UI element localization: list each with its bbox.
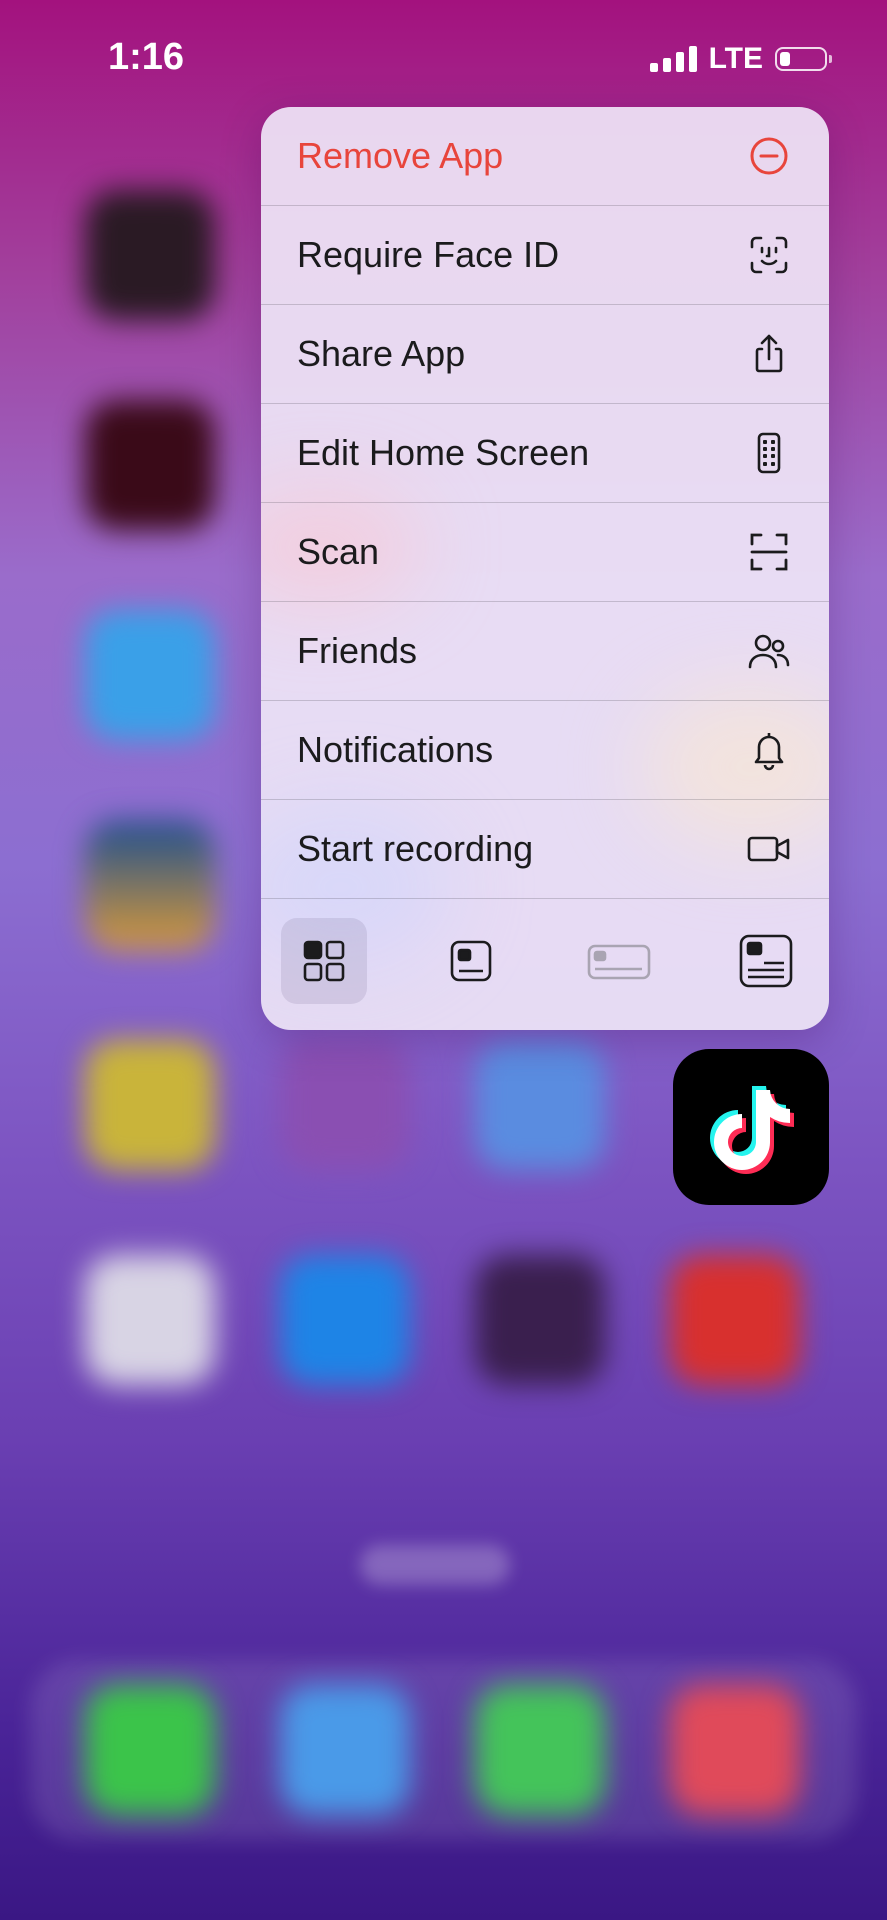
page-indicator — [360, 1545, 510, 1585]
blurred-dock-icon — [280, 1685, 410, 1815]
blurred-app-icon — [85, 400, 215, 530]
app-grid-icon — [303, 940, 345, 982]
edit-home-screen-menu-item[interactable]: Edit Home Screen — [261, 404, 829, 503]
network-label: LTE — [708, 42, 763, 75]
blurred-app-icon — [85, 610, 215, 740]
scan-menu-item[interactable]: Scan — [261, 503, 829, 602]
blurred-app-icon — [280, 1255, 410, 1385]
friends-icon — [747, 629, 791, 673]
size-large-button[interactable] — [723, 918, 809, 1004]
battery-icon — [775, 47, 832, 71]
small-widget-icon — [451, 940, 492, 982]
notifications-menu-item[interactable]: Notifications — [261, 701, 829, 800]
size-small-grid-button[interactable] — [281, 918, 367, 1004]
blurred-dock-icon — [670, 1685, 800, 1815]
blurred-app-icon — [85, 1040, 215, 1170]
menu-item-label: Scan — [297, 531, 380, 572]
status-bar: 1:16 LTE — [0, 0, 887, 110]
blurred-dock-icon — [475, 1685, 605, 1815]
menu-item-label: Start recording — [297, 828, 534, 869]
minus-circle-icon — [747, 134, 791, 178]
signal-icon — [649, 46, 697, 72]
video-camera-icon — [747, 827, 791, 871]
blurred-app-icon — [475, 1040, 605, 1170]
require-face-id-menu-item[interactable]: Require Face ID — [261, 206, 829, 305]
scan-frame-icon — [747, 530, 791, 574]
tiktok-app-icon[interactable] — [673, 1049, 829, 1205]
face-id-icon — [747, 233, 791, 277]
menu-item-label: Notifications — [297, 729, 494, 770]
remove-app-menu-item[interactable]: Remove App — [261, 107, 829, 206]
tiktok-icon — [710, 1086, 794, 1174]
bell-icon — [747, 728, 791, 772]
menu-item-label: Friends — [297, 630, 418, 671]
medium-widget-icon — [587, 944, 650, 980]
blurred-app-icon — [85, 190, 215, 320]
menu-item-label: Share App — [297, 333, 466, 374]
menu-item-label: Remove App — [297, 135, 504, 176]
menu-item-label: Require Face ID — [297, 234, 560, 275]
blurred-app-icon — [670, 1255, 800, 1385]
friends-menu-item[interactable]: Friends — [261, 602, 829, 701]
large-widget-icon — [739, 934, 793, 988]
blurred-app-icon — [85, 820, 215, 950]
start-recording-menu-item[interactable]: Start recording — [261, 800, 829, 899]
blurred-app-icon — [85, 1255, 215, 1385]
blurred-app-icon — [280, 1040, 410, 1170]
share-app-menu-item[interactable]: Share App — [261, 305, 829, 404]
app-context-menu: Remove App Require Face ID Share App Edi… — [261, 107, 829, 1030]
size-medium-button[interactable] — [576, 918, 662, 1004]
status-time: 1:16 — [108, 36, 185, 78]
blurred-dock-icon — [85, 1685, 215, 1815]
menu-item-label: Edit Home Screen — [297, 432, 590, 473]
share-icon — [747, 332, 791, 376]
size-small-button[interactable] — [428, 918, 514, 1004]
blurred-app-icon — [475, 1255, 605, 1385]
phone-apps-icon — [747, 431, 791, 475]
widget-size-selector — [261, 899, 829, 1023]
status-indicators: LTE — [649, 42, 832, 76]
